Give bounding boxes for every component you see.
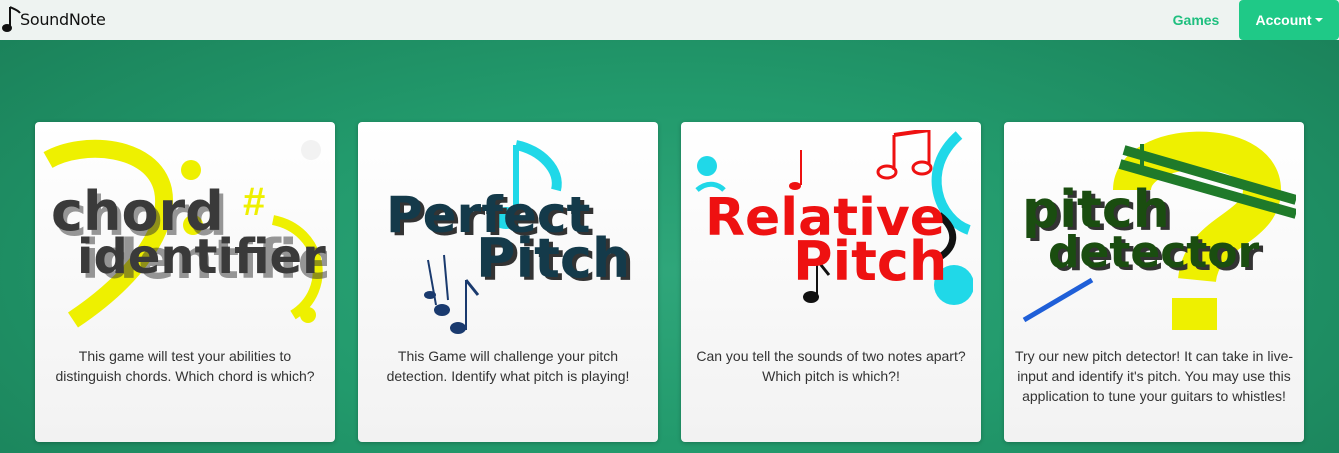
account-label: Account	[1255, 12, 1312, 28]
svg-text:#: #	[243, 180, 265, 224]
brand-name: SoundNote	[20, 9, 106, 29]
relative-pitch-artwork: Relative Pitch	[689, 130, 973, 335]
game-card-relative-pitch[interactable]: Relative Pitch Can you tell the sounds o…	[681, 122, 981, 442]
perfect-pitch-title: Perfect Perfect Pitch Pitch	[386, 186, 634, 293]
game-card-perfect-pitch[interactable]: Perfect Perfect Pitch Pitch This Game wi…	[358, 122, 658, 442]
caret-down-icon	[1314, 18, 1323, 22]
chord-identifier-artwork: # chord chord identifier identifier	[43, 130, 327, 335]
card-description: This game will test your abilities to di…	[55, 348, 315, 384]
nav-games-link[interactable]: Games	[1163, 0, 1229, 40]
brand-logo[interactable]: SoundNote	[2, 4, 106, 34]
svg-text:identifier: identifier	[77, 229, 326, 285]
perfect-pitch-artwork: Perfect Perfect Pitch Pitch	[366, 130, 650, 335]
game-card-pitch-detector[interactable]: pitch pitch detector detector Try our ne…	[1004, 122, 1304, 442]
card-description: Can you tell the sounds of two notes apa…	[696, 348, 966, 384]
chord-identifier-title: chord chord identifier identifier	[51, 180, 327, 291]
pitch-detector-artwork: pitch pitch detector detector	[1012, 130, 1296, 335]
card-description: Try our new pitch detector! It can take …	[1014, 348, 1294, 404]
svg-text:detector: detector	[1048, 227, 1260, 278]
card-description: This Game will challenge your pitch dete…	[386, 348, 630, 384]
game-card-chord-identifier[interactable]: # chord chord identifier identifier This…	[35, 122, 335, 442]
svg-text:Pitch: Pitch	[476, 227, 630, 290]
account-dropdown-button[interactable]: Account	[1239, 0, 1339, 40]
navbar: SoundNote Games Account	[0, 0, 1339, 40]
svg-text:Pitch: Pitch	[793, 230, 947, 293]
relative-pitch-title: Relative Pitch	[705, 188, 947, 293]
